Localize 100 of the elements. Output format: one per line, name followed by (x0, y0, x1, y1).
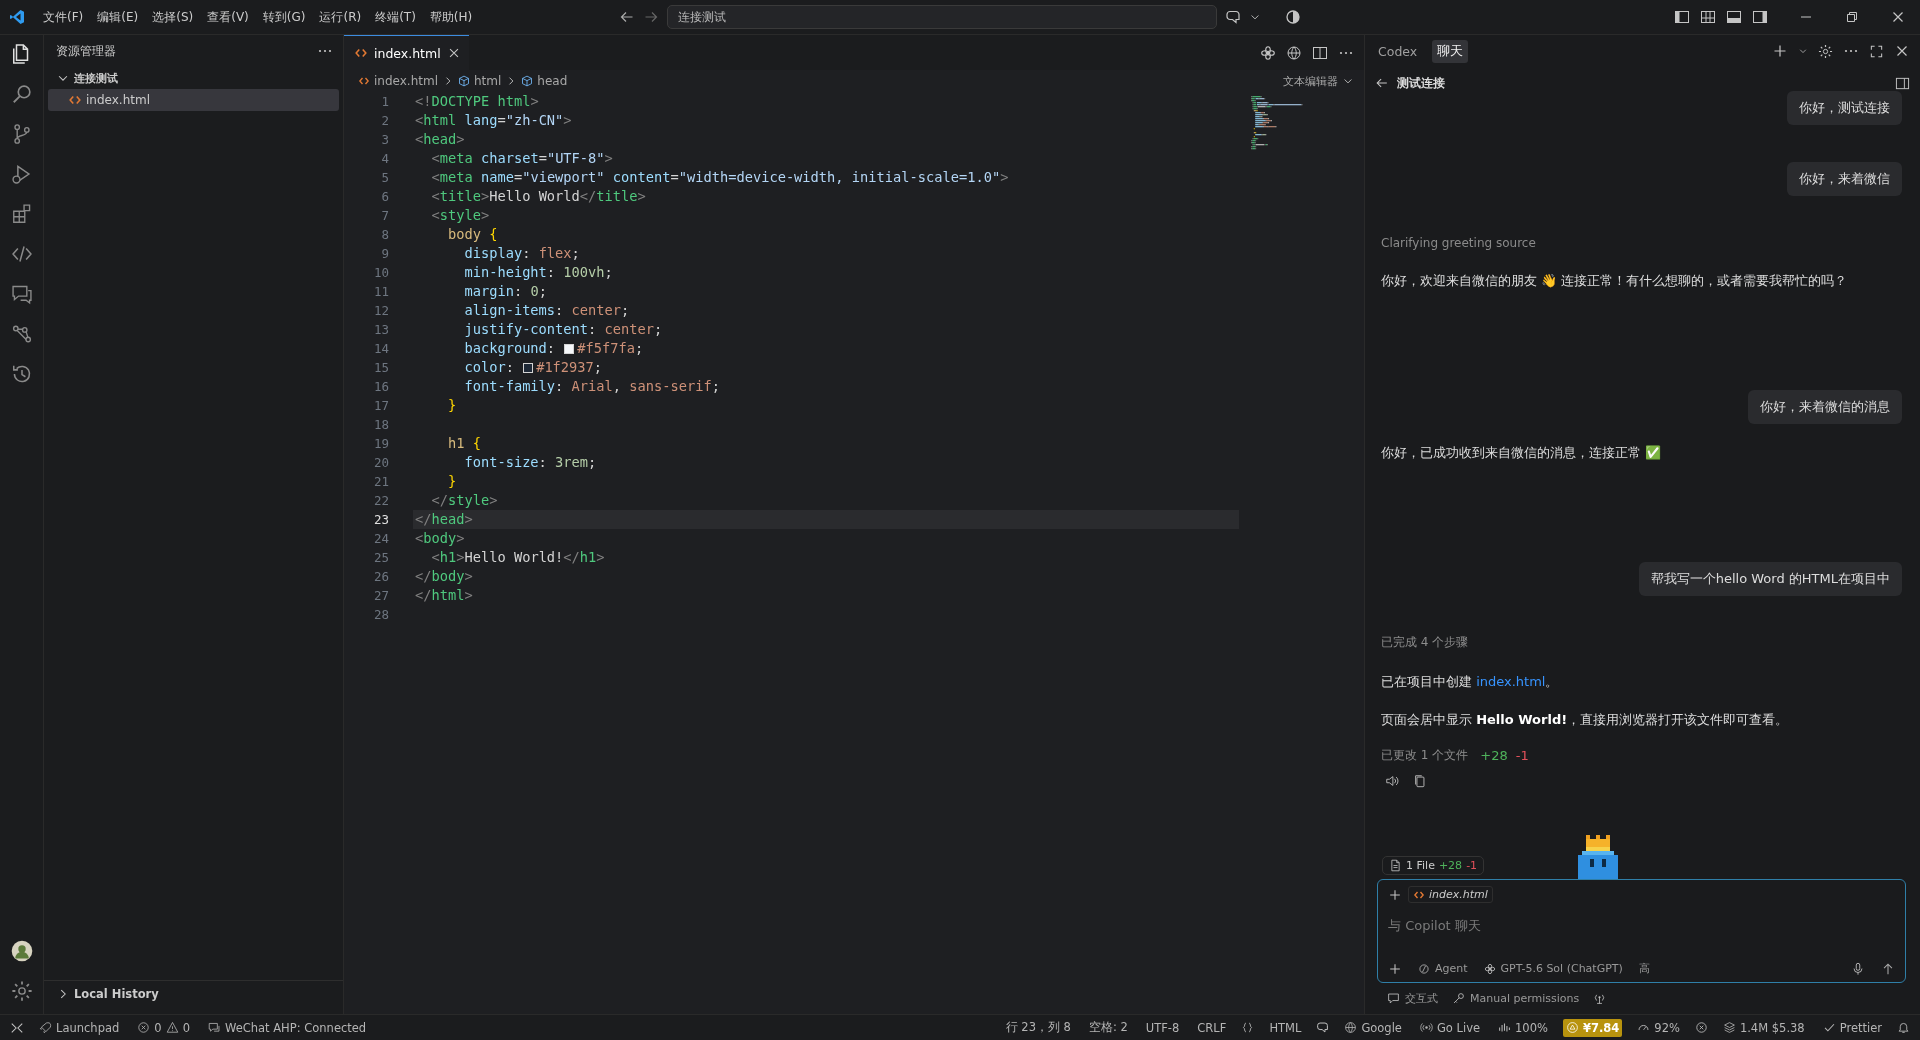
code-line: display: flex; (463, 244, 581, 263)
file-row[interactable]: index.html (48, 89, 339, 111)
back-arrow-icon[interactable] (619, 9, 635, 25)
editor-tab[interactable]: index.html (344, 35, 469, 70)
interaction-mode-picker[interactable]: 交互式 (1387, 991, 1438, 1006)
folder-row[interactable]: 连接测试 (48, 67, 339, 89)
changes-summary[interactable]: 已更改 1 个文件 (1381, 747, 1469, 764)
model-picker[interactable]: GPT-5.6 Sol (ChatGPT) (1483, 962, 1623, 975)
breadcrumb[interactable]: html (474, 74, 502, 88)
back-arrow-icon[interactable] (1375, 76, 1389, 90)
maximize-icon[interactable] (1869, 43, 1884, 59)
problems-indicator[interactable]: 0 0 (134, 1018, 193, 1037)
new-chat-icon[interactable] (1772, 43, 1788, 59)
speaker-icon[interactable] (1385, 774, 1399, 788)
user-message: 你好，来着微信的消息 (1748, 390, 1902, 424)
caret-icon[interactable] (1798, 46, 1808, 56)
add-context-icon[interactable] (1388, 887, 1402, 902)
menu-item[interactable]: 选择(S) (146, 5, 200, 29)
status-item[interactable]: 92% (1634, 1018, 1683, 1037)
copy-icon[interactable] (1413, 774, 1427, 788)
history-icon[interactable] (10, 363, 33, 385)
code-line: margin: 0; (463, 282, 548, 301)
toggle-sidebar-icon[interactable] (1674, 9, 1690, 25)
color-swatch-icon[interactable] (564, 343, 575, 354)
menu-item[interactable]: 帮助(H) (423, 5, 479, 29)
attachment-chip[interactable]: index.html (1408, 886, 1493, 903)
section-header[interactable]: Local History (44, 980, 343, 1006)
file-link[interactable]: index.html (1476, 674, 1546, 689)
code-line: justify-content: center; (463, 320, 664, 339)
status-item[interactable]: Go Live (1416, 1018, 1484, 1037)
status-item[interactable]: Google (1341, 1018, 1405, 1037)
rocket-icon (39, 1021, 52, 1034)
menu-item[interactable]: 运行(R) (313, 5, 368, 29)
status-item[interactable]: 空格: 2 (1085, 1018, 1131, 1037)
permissions-picker[interactable]: Manual permissions (1452, 992, 1580, 1005)
editor-mode-label[interactable]: 文本编辑器 (1283, 73, 1338, 89)
menu-item[interactable]: 终端(T) (369, 5, 422, 29)
menu-item[interactable]: 文件(F) (37, 5, 90, 29)
settings-icon[interactable] (1818, 43, 1833, 59)
copilot-icon[interactable] (1316, 1021, 1330, 1034)
status-item[interactable]: CRLF (1194, 1018, 1230, 1037)
toggle-secondary-sidebar-icon[interactable] (1752, 9, 1768, 25)
mode-picker[interactable]: Agent (1418, 962, 1468, 975)
connection-status[interactable]: WeChat AHP: Connected (204, 1018, 370, 1037)
no-entry-icon[interactable] (1694, 1021, 1708, 1034)
graph-icon[interactable] (10, 323, 33, 345)
status-item[interactable]: 行 23，列 8 (1002, 1018, 1074, 1037)
launchpad-item[interactable]: Launchpad (36, 1018, 123, 1037)
code-line: <body> (415, 529, 466, 548)
half-circle-icon[interactable] (1285, 9, 1301, 25)
status-item[interactable]: Prettier (1819, 1018, 1885, 1037)
settings-icon[interactable] (10, 980, 33, 1002)
remote-icon[interactable] (10, 1020, 24, 1035)
microphone-icon[interactable] (1851, 961, 1865, 976)
line-number: 10 (372, 264, 389, 282)
chat-icon[interactable] (10, 283, 33, 305)
command-search-field[interactable]: 连接测试 (667, 5, 1217, 29)
panel-tab[interactable]: 聊天 (1432, 39, 1469, 63)
breadcrumb[interactable]: head (537, 74, 568, 88)
code-line: min-height: 100vh; (463, 263, 614, 282)
send-icon[interactable] (1881, 961, 1895, 976)
error-icon (137, 1021, 151, 1034)
warning-count: 0 (182, 1020, 190, 1035)
code-line: <html lang="zh-CN"> (415, 111, 573, 130)
attach-icon[interactable] (1388, 961, 1402, 976)
menu-item[interactable]: 编辑(E) (91, 5, 145, 29)
openai-icon[interactable] (1260, 44, 1276, 61)
copilot-icon[interactable] (1225, 9, 1241, 25)
line-number: 17 (372, 397, 389, 415)
status-item[interactable]: UTF-8 (1142, 1018, 1183, 1037)
braces-icon[interactable] (1241, 1021, 1255, 1034)
restore-icon[interactable] (1844, 9, 1860, 25)
account-avatar[interactable] (10, 940, 33, 962)
chat-input-box[interactable]: index.html 与 Copilot 聊天 Agent GPT-5.6 Sol (ChatGPT) 高 (1377, 879, 1906, 983)
breadcrumb[interactable]: index.html (374, 74, 438, 88)
steps-summary[interactable]: 已完成 4 个步骤 (1381, 634, 1902, 651)
layout-icon[interactable] (1700, 9, 1716, 25)
toggle-panel-icon[interactable] (1726, 9, 1742, 25)
menu-item[interactable]: 转到(G) (256, 5, 312, 29)
line-number: 16 (372, 378, 389, 396)
notifications-icon[interactable] (1897, 1021, 1910, 1034)
side-panel-icon[interactable] (1895, 75, 1910, 91)
globe-icon[interactable] (1286, 44, 1302, 61)
forward-arrow-icon[interactable] (643, 9, 659, 25)
extensions-icon[interactable] (10, 203, 33, 225)
color-swatch-icon[interactable] (523, 362, 534, 373)
panel-tab[interactable]: Codex (1373, 40, 1423, 62)
status-item[interactable]: HTML (1266, 1018, 1305, 1037)
changed-files-chip[interactable]: 1 File +28 -1 (1382, 856, 1485, 875)
element-icon (458, 75, 470, 87)
code-line: background: #f5f7fa; (463, 339, 645, 358)
menu-item[interactable]: 查看(V) (201, 5, 255, 29)
code-line: <h1>Hello World!</h1> (430, 548, 606, 567)
split-editor-icon[interactable] (1312, 44, 1328, 61)
search-icon[interactable] (10, 83, 33, 105)
status-item[interactable]: 1.4M $5.38 (1719, 1018, 1808, 1037)
status-item[interactable]: 100% (1495, 1018, 1551, 1037)
effort-picker[interactable]: 高 (1638, 961, 1650, 976)
antenna-icon[interactable] (1593, 992, 1607, 1005)
code-icon[interactable] (10, 243, 33, 265)
